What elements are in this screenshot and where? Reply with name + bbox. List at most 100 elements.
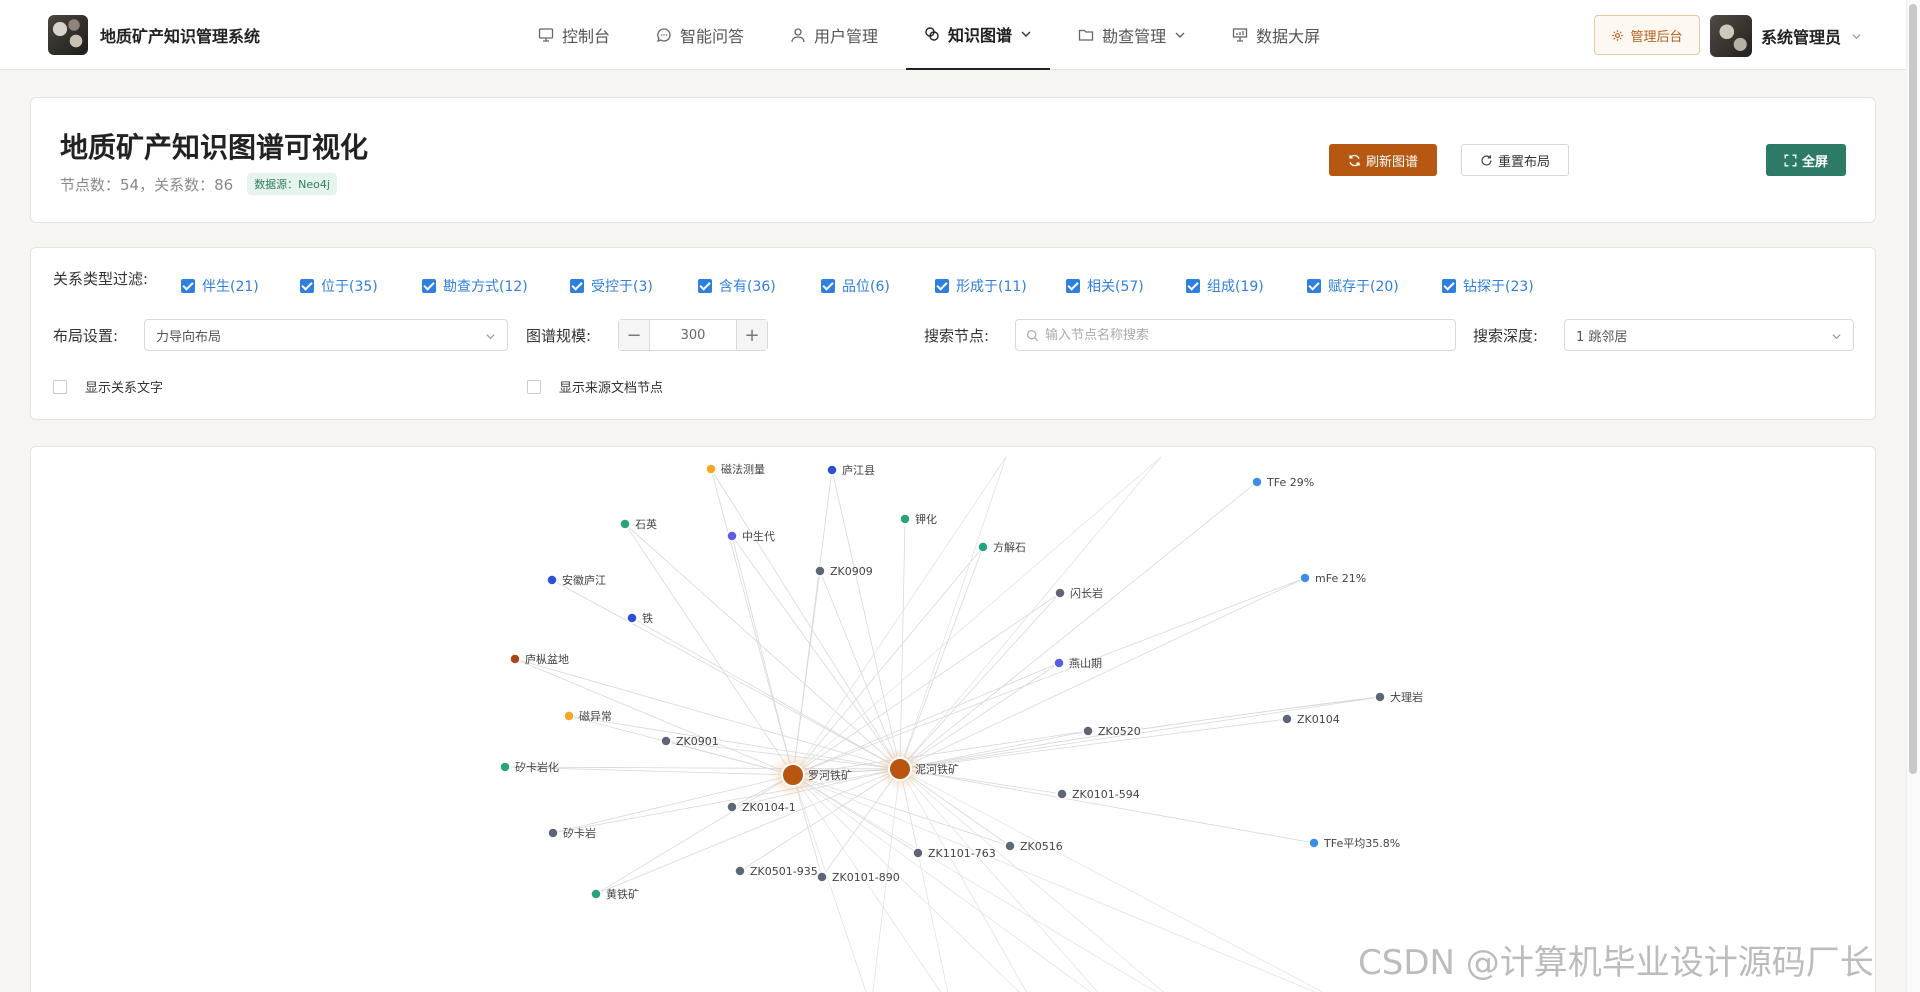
relation-checkbox[interactable]: 含有(36) (698, 276, 776, 296)
graph-node[interactable]: 庐江县 (826, 463, 875, 477)
watermark: CSDN @计算机毕业设计源码厂长 (1358, 943, 1874, 983)
graph-header-card: 地质矿产知识图谱可视化 节点数：54，关系数：86 数据源：Neo4j 刷新图谱… (30, 97, 1876, 223)
checkbox-unchecked-icon (527, 379, 541, 394)
nav-item-knowledge-graph[interactable]: 知识图谱 (906, 0, 1051, 70)
nav-item-exploration[interactable]: 勘查管理 (1060, 0, 1204, 70)
relation-checkbox[interactable]: 组成(19) (1186, 276, 1264, 296)
graph-node[interactable]: 燕山期 (1053, 657, 1102, 670)
graph-node[interactable]: 铁 (626, 612, 653, 625)
graph-node[interactable]: ZK0104-1 (726, 801, 796, 814)
graph-node[interactable]: 石英 (619, 517, 657, 531)
scale-stepper[interactable]: − 300 + (618, 319, 768, 351)
graph-node[interactable]: 黄铁矿 (590, 887, 639, 901)
node-circle (1299, 572, 1311, 584)
graph-edge (899, 768, 949, 992)
graph-node[interactable]: 安徽庐江 (546, 573, 606, 587)
graph-edge (899, 718, 1288, 770)
graph-node[interactable]: ZK1101-763 (912, 847, 996, 860)
brand[interactable]: 地质矿产知识管理系统 (48, 15, 260, 55)
graph-node[interactable]: TFe平均35.8% (1308, 837, 1400, 850)
search-icon (1027, 329, 1039, 341)
node-circle (509, 653, 521, 665)
search-input[interactable] (1045, 327, 1425, 343)
scrollbar-thumb[interactable] (1909, 4, 1917, 774)
graph-node[interactable]: 中生代 (726, 529, 775, 543)
show-relation-text-label: 显示关系文字 (85, 381, 164, 396)
increment-button[interactable]: + (737, 320, 767, 350)
relation-checkbox[interactable]: 形成于(11) (935, 276, 1027, 296)
nav-item-dashboard[interactable]: 控制台 (520, 0, 628, 70)
admin-panel-label: 管理后台 (1630, 29, 1683, 45)
show-relation-text-checkbox[interactable]: 显示关系文字 (53, 377, 163, 396)
nav-item-users[interactable]: 用户管理 (772, 0, 896, 70)
chevron-down-icon (1175, 32, 1185, 38)
search-field[interactable] (1015, 319, 1456, 351)
app-title: 地质矿产知识管理系统 (100, 27, 261, 46)
graph-node[interactable]: 矽卡岩 (547, 826, 596, 840)
nav-item-qa[interactable]: 智能问答 (638, 0, 762, 70)
graph-node[interactable]: ZK0520 (1082, 725, 1141, 738)
refresh-graph-button[interactable]: 刷新图谱 (1329, 144, 1437, 176)
node-label: TFe平均35.8% (1323, 837, 1400, 850)
graph-edge (899, 768, 1099, 992)
show-source-nodes-checkbox[interactable]: 显示来源文档节点 (527, 377, 663, 396)
graph-edge (899, 456, 1162, 770)
graph-node[interactable]: 矽卡岩化 (499, 760, 559, 774)
node-circle (546, 574, 558, 586)
reset-layout-button[interactable]: 重置布局 (1461, 144, 1569, 176)
fullscreen-button[interactable]: 全屏 (1766, 144, 1846, 176)
scale-value[interactable]: 300 (649, 320, 737, 350)
nav-item-data-screen[interactable]: 数据大屏 (1214, 0, 1338, 70)
layout-select[interactable]: 力导向布局 (144, 319, 508, 351)
user-menu[interactable]: 系统管理员 (1710, 15, 1862, 57)
graph-node[interactable]: mFe 21% (1299, 572, 1366, 585)
graph-node[interactable]: ZK0501-935 (734, 865, 818, 878)
graph-edge (831, 469, 901, 770)
graph-edge (731, 535, 794, 776)
graph-svg[interactable]: 罗河铁矿 泥河铁矿 磁法测量 庐江县 TFe 29% 石英中生代 钾化方解石 ZK0909 安徽… (31, 447, 1876, 992)
nav-item-label: 知识图谱 (948, 26, 1013, 45)
chat-icon (656, 28, 671, 43)
graph-node[interactable]: 大理岩 (1374, 690, 1423, 704)
graph-node[interactable]: 磁法测量 (705, 462, 765, 476)
node-circle (660, 735, 672, 747)
knowledge-graph-canvas[interactable]: 罗河铁矿 泥河铁矿 磁法测量 庐江县 TFe 29% 石英 中生代 钾化 方解石 ZK0909 安徽… (30, 446, 1876, 992)
node-circle (563, 710, 575, 722)
graph-node[interactable]: ZK0516 (1004, 840, 1063, 853)
checkbox-checked-icon (1442, 279, 1456, 293)
relation-checkbox[interactable]: 伴生(21) (181, 276, 259, 296)
admin-panel-button[interactable]: 管理后台 (1594, 15, 1700, 55)
relation-checkbox[interactable]: 钻探于(23) (1442, 276, 1534, 296)
node-circle (816, 871, 828, 883)
decrement-button[interactable]: − (619, 320, 649, 350)
graph-node[interactable]: 闪长岩 (1054, 586, 1103, 600)
graph-node[interactable]: 钾化 (899, 512, 937, 526)
relation-checkbox[interactable]: 赋存于(20) (1307, 276, 1399, 296)
main-nav: 控制台 智能问答 用户管理 知识图谱 勘查管理 数据大屏 (520, 0, 1348, 70)
node-label: ZK0516 (1020, 840, 1063, 853)
depth-select[interactable]: 1 跳邻居 (1564, 319, 1854, 351)
graph-node[interactable]: ZK0101-890 (816, 871, 900, 884)
checkbox-checked-icon (1186, 279, 1200, 293)
graph-node[interactable]: ZK0104 (1281, 713, 1340, 726)
relation-checkbox[interactable]: 受控于(3) (570, 276, 653, 296)
node-label: 铁 (642, 612, 653, 625)
graph-node[interactable]: TFe 29% (1251, 476, 1314, 489)
nav-item-label: 用户管理 (814, 27, 879, 46)
graph-node[interactable]: 庐枞盆地 (509, 652, 569, 666)
graph-node[interactable]: ZK0901 (660, 735, 719, 748)
node-circle (626, 612, 638, 624)
chevron-down-icon (1832, 334, 1841, 340)
graph-node[interactable]: ZK0909 (814, 565, 873, 578)
node-label: 闪长岩 (1070, 586, 1103, 600)
node-label: 黄铁矿 (606, 887, 639, 901)
relation-checkbox[interactable]: 勘查方式(12) (422, 276, 528, 296)
relation-checkbox[interactable]: 品位(6) (821, 276, 890, 296)
graph-node[interactable]: 方解石 (977, 540, 1026, 554)
graph-edge (899, 456, 1007, 770)
node-circle (705, 463, 717, 475)
relation-checkbox[interactable]: 相关(57) (1066, 276, 1144, 296)
relation-checkbox[interactable]: 位于(35) (300, 276, 378, 296)
chevron-down-icon (1852, 33, 1861, 39)
graph-node[interactable]: 磁异常 (563, 710, 612, 723)
